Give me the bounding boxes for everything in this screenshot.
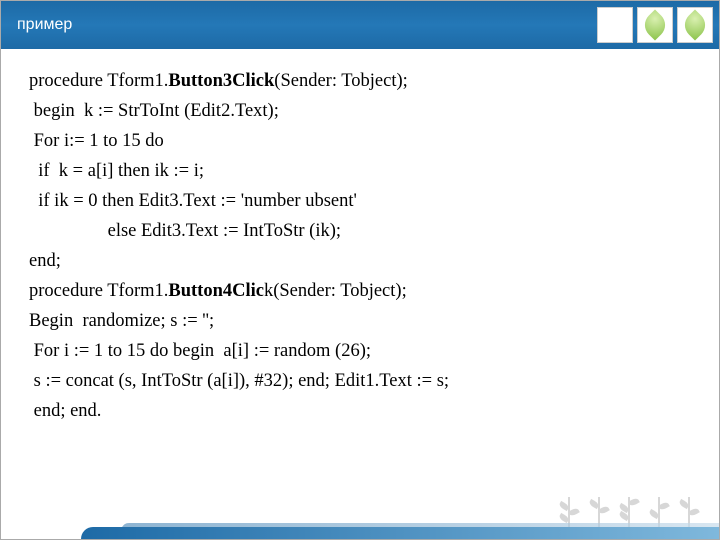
code-line-4: if k = a[i] then ik := i; — [29, 157, 691, 187]
header-bar: пример — [1, 1, 719, 49]
t: procedure Tform1. — [29, 71, 168, 91]
t: k(Sender: Tobject); — [264, 281, 407, 301]
t-bold: Button4Clic — [168, 281, 264, 301]
code-line-10: For i := 1 to 15 do begin a[i] := random… — [29, 337, 691, 367]
header-icon-leaf-2 — [677, 7, 713, 43]
header-title: пример — [17, 16, 72, 34]
code-line-3: For i:= 1 to 15 do — [29, 127, 691, 157]
code-line-5: if ik = 0 then Edit3.Text := 'number ubs… — [29, 187, 691, 217]
code-line-6: else Edit3.Text := IntToStr (ik); — [29, 217, 691, 247]
code-line-7: end; — [29, 247, 691, 277]
header-icons — [597, 7, 713, 43]
code-line-8: procedure Tform1.Button4Click(Sender: To… — [29, 277, 691, 307]
t-bold: Button3Click — [168, 71, 274, 91]
footer-decor — [1, 469, 719, 539]
t: procedure Tform1. — [29, 281, 168, 301]
header-icon-blank — [597, 7, 633, 43]
header-icon-leaf-1 — [637, 7, 673, 43]
swoosh-dark — [81, 527, 719, 539]
code-line-12: end; end. — [29, 397, 691, 427]
code-line-2: begin k := StrToInt (Edit2.Text); — [29, 97, 691, 127]
code-content: procedure Tform1.Button3Click(Sender: To… — [1, 49, 719, 427]
code-line-1: procedure Tform1.Button3Click(Sender: To… — [29, 67, 691, 97]
slide-frame: пример procedure Tform1.Button3Click(Sen… — [0, 0, 720, 540]
code-line-9: Begin randomize; s := ''; — [29, 307, 691, 337]
plants-icon — [559, 489, 699, 527]
code-line-11: s := concat (s, IntToStr (a[i]), #32); e… — [29, 367, 691, 397]
swoosh-light — [121, 523, 719, 531]
t: (Sender: Tobject); — [274, 71, 407, 91]
